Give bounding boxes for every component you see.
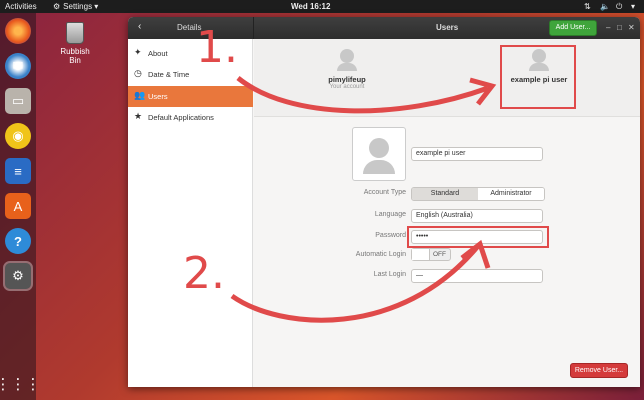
app-menu[interactable]: ⚙ Settings ▾ bbox=[53, 2, 98, 11]
sidebar-item-label: Users bbox=[148, 92, 168, 101]
sidebar-item-label: Date & Time bbox=[148, 70, 190, 79]
dock: ✉ ▭ ◉ ≡ A ? ⚙ ⋮⋮⋮ bbox=[0, 13, 41, 400]
last-login-label: Last Login bbox=[373, 271, 406, 278]
step-2-number: 2. bbox=[183, 248, 225, 299]
avatar bbox=[337, 49, 357, 71]
account-type-label: Account Type bbox=[363, 189, 406, 196]
rhythmbox-icon[interactable]: ◉ bbox=[5, 123, 31, 149]
switch-knob bbox=[412, 249, 430, 260]
user-carousel: pimylifeup Your account example pi user bbox=[254, 39, 640, 117]
help-icon[interactable]: ? bbox=[5, 228, 31, 254]
files-icon[interactable]: ▭ bbox=[5, 88, 31, 114]
close-icon[interactable]: ✕ bbox=[628, 23, 635, 32]
activities-button[interactable]: Activities bbox=[5, 2, 37, 11]
users-icon: 👥 bbox=[134, 90, 146, 100]
user-name-field[interactable]: example pi user bbox=[411, 147, 543, 161]
clock[interactable]: Wed 16:12 bbox=[291, 2, 330, 11]
account-type-administrator[interactable]: Administrator bbox=[478, 188, 544, 200]
sidebar-item-label: About bbox=[148, 49, 168, 58]
minimize-icon[interactable]: – bbox=[606, 23, 610, 32]
clock-icon: ◷ bbox=[134, 68, 142, 78]
password-highlight-box bbox=[407, 226, 549, 248]
user-card[interactable]: pimylifeup Your account bbox=[307, 49, 387, 90]
avatar-head bbox=[369, 138, 389, 158]
password-label: Password bbox=[375, 232, 406, 239]
rubbish-bin[interactable]: Rubbish Bin bbox=[55, 22, 95, 65]
header-divider bbox=[253, 17, 254, 39]
remove-user-button[interactable]: Remove User... bbox=[570, 363, 628, 378]
chevron-down-icon[interactable]: ▾ bbox=[631, 2, 635, 11]
language-label: Language bbox=[374, 211, 406, 218]
user-avatar-button[interactable] bbox=[352, 127, 406, 181]
add-user-button[interactable]: Add User... bbox=[549, 20, 597, 36]
account-type-standard[interactable]: Standard bbox=[412, 188, 478, 200]
back-arrow-icon[interactable]: ‹ bbox=[138, 21, 141, 32]
power-icon[interactable]: ⏻ bbox=[616, 2, 622, 12]
top-bar: Activities ⚙ Settings ▾ Wed 16:12 ⇅ 🔈 ⏻ ▾ bbox=[0, 0, 644, 13]
automatic-login-switch[interactable]: OFF bbox=[411, 248, 451, 261]
network-icon[interactable]: ⇅ bbox=[584, 2, 591, 11]
firefox-icon[interactable] bbox=[5, 18, 31, 44]
writer-icon[interactable]: ≡ bbox=[5, 158, 31, 184]
sidebar-item-users[interactable]: 👥 Users bbox=[128, 86, 253, 107]
users-panel: pimylifeup Your account example pi user … bbox=[254, 39, 640, 387]
volume-icon[interactable]: 🔈 bbox=[600, 2, 610, 11]
maximize-icon[interactable]: □ bbox=[617, 23, 622, 32]
switch-state: OFF bbox=[433, 251, 446, 258]
software-icon[interactable]: A bbox=[5, 193, 31, 219]
rubbish-bin-label: Rubbish Bin bbox=[60, 47, 90, 65]
trash-icon bbox=[66, 22, 84, 44]
gear-icon: ⚙ bbox=[53, 2, 61, 11]
page-title: Users bbox=[436, 23, 459, 32]
selection-highlight-box bbox=[500, 45, 576, 109]
account-type-toggle: Standard Administrator bbox=[411, 187, 545, 201]
star-icon: ★ bbox=[134, 111, 143, 121]
thunderbird-icon[interactable]: ✉ bbox=[5, 53, 31, 79]
show-applications-icon[interactable]: ⋮⋮⋮ bbox=[0, 371, 41, 397]
last-login-field: — bbox=[411, 269, 543, 283]
settings-app-icon[interactable]: ⚙ bbox=[3, 261, 33, 291]
automatic-login-label: Automatic Login bbox=[355, 251, 406, 258]
user-name: pimylifeup bbox=[328, 75, 366, 84]
sidebar: ✦ About ◷ Date & Time 👥 Users ★ Default … bbox=[128, 39, 253, 387]
sidebar-item-default-applications[interactable]: ★ Default Applications bbox=[128, 107, 253, 128]
app-menu-label: Settings ▾ bbox=[63, 2, 99, 11]
sidebar-item-label: Default Applications bbox=[148, 113, 214, 122]
user-subtitle: Your account bbox=[329, 84, 365, 90]
step-1-number: 1. bbox=[196, 22, 238, 73]
star-icon: ✦ bbox=[134, 47, 142, 57]
avatar-body bbox=[363, 160, 395, 174]
language-field[interactable]: English (Australia) bbox=[411, 209, 543, 223]
